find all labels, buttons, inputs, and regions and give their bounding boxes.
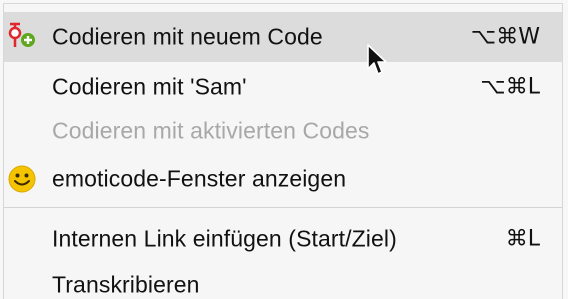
- menu-item-label: Codieren mit aktivierten Codes: [52, 117, 370, 144]
- menu-item-transcribe[interactable]: Transkribieren: [4, 260, 562, 299]
- menu-item-shortcut: ⌘L: [505, 226, 540, 252]
- menu-item-code-with-activated-codes: Codieren mit aktivierten Codes: [4, 106, 562, 156]
- context-menu: Codieren mit neuem Code ⌥⌘W Codieren mit…: [3, 3, 563, 299]
- menu-item-show-emoticode-window[interactable]: emoticode-Fenster anzeigen: [4, 154, 562, 204]
- menu-item-label: Codieren mit neuem Code: [52, 23, 323, 50]
- mouse-cursor-icon: [366, 43, 388, 77]
- menu-item-label: Transkribieren: [52, 271, 200, 298]
- menu-item-insert-internal-link[interactable]: Internen Link einfügen (Start/Ziel) ⌘L: [4, 214, 562, 264]
- menu-item-shortcut: ⌥⌘W: [470, 24, 540, 50]
- menu-item-code-with-new-code[interactable]: Codieren mit neuem Code ⌥⌘W: [4, 12, 562, 62]
- menu-separator: [4, 207, 562, 208]
- code-plus-icon: [6, 21, 38, 53]
- menu-item-label: Codieren mit 'Sam': [52, 73, 247, 100]
- menu-item-label: emoticode-Fenster anzeigen: [52, 165, 347, 192]
- smiley-icon: [6, 163, 38, 195]
- menu-item-code-with-sam[interactable]: Codieren mit 'Sam' ⌥⌘L: [4, 62, 562, 112]
- menu-item-shortcut: ⌥⌘L: [480, 74, 540, 100]
- menu-item-label: Internen Link einfügen (Start/Ziel): [52, 225, 397, 252]
- screenshot-frame: Codieren mit neuem Code ⌥⌘W Codieren mit…: [0, 0, 568, 299]
